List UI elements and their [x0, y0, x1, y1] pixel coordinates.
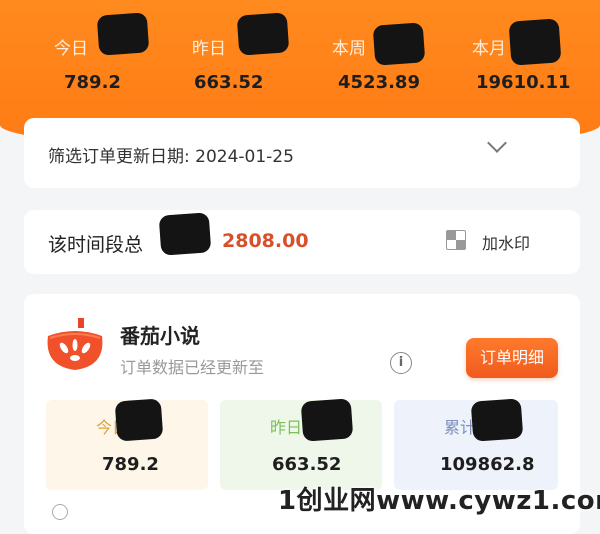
order-details-button[interactable]: 订单明细 [466, 338, 558, 378]
tile-value: 663.52 [272, 454, 342, 475]
redaction-mark [158, 212, 212, 256]
stat-label: 本月 [472, 39, 506, 59]
platform-name: 番茄小说 [120, 324, 200, 348]
date-filter[interactable]: 筛选订单更新日期: 2024-01-25 [24, 118, 580, 188]
stat-label: 今日 [54, 39, 88, 59]
stat-value: 4523.89 [338, 72, 420, 93]
tile-value: 789.2 [102, 454, 159, 475]
stat-value: 789.2 [64, 72, 121, 93]
redaction-mark [300, 398, 354, 442]
date-filter-text: 筛选订单更新日期: 2024-01-25 [48, 147, 294, 167]
redaction-mark [96, 12, 150, 56]
tomato-logo-icon [47, 318, 103, 370]
platform-update-status: 订单数据已经更新至 [120, 358, 265, 377]
stat-value: 19610.11 [476, 72, 571, 93]
watermark-label[interactable]: 加水印 [482, 230, 530, 254]
site-watermark: 1创业网www.cywz1.com [278, 486, 600, 516]
redaction-mark [508, 18, 562, 66]
stat-label: 本周 [332, 39, 366, 59]
tile-value: 109862.8 [440, 454, 535, 475]
redaction-mark [372, 22, 426, 66]
clock-icon [52, 504, 68, 520]
stat-value: 663.52 [194, 72, 264, 93]
info-icon[interactable]: i [390, 352, 412, 374]
redaction-mark [236, 12, 290, 56]
tile-label: 昨日 [270, 418, 303, 437]
period-total-amount: 2808.00 [222, 230, 309, 252]
redaction-mark [470, 398, 524, 442]
redaction-mark [114, 398, 164, 442]
period-total-label: 该时间段总 [48, 234, 144, 256]
chevron-down-icon[interactable] [487, 133, 507, 153]
period-total-card: 该时间段总 2808.00 加水印 [24, 210, 580, 274]
watermark-toggle-icon[interactable] [446, 230, 466, 250]
stat-label: 昨日 [192, 39, 226, 59]
